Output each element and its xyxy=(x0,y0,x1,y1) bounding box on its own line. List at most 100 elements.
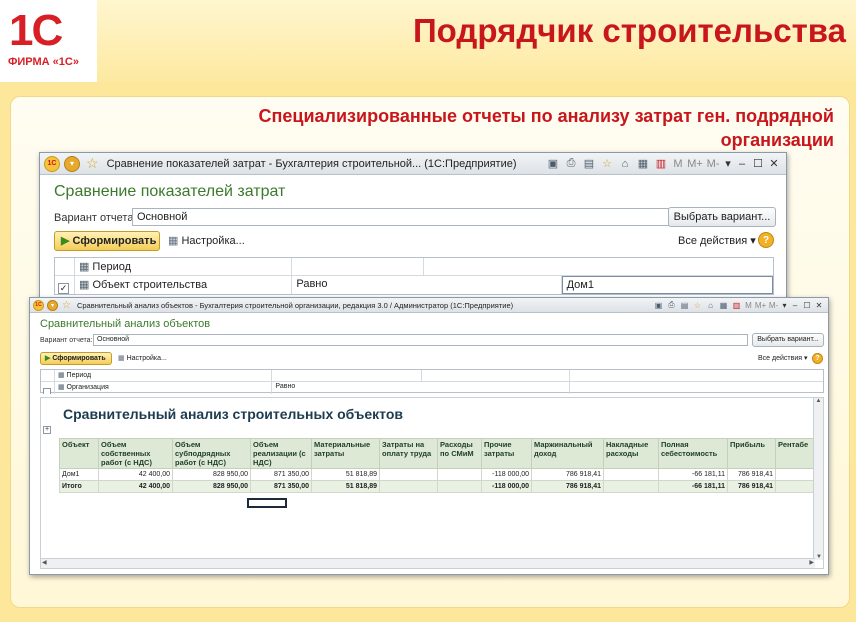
print-icon[interactable]: ⎙ xyxy=(665,300,678,310)
main-menu-icon[interactable]: ▾ xyxy=(47,299,58,311)
report-cell[interactable]: 786 918,41 xyxy=(531,468,604,481)
report-cell[interactable]: 42 400,00 xyxy=(98,468,173,481)
report-cell[interactable] xyxy=(379,480,438,493)
filter-row[interactable]: ▦ Организация Равно xyxy=(41,382,823,394)
variant-input[interactable]: Основной xyxy=(93,334,748,346)
help-icon[interactable]: ? xyxy=(812,353,823,364)
report-column-header: Объем реализации (с НДС) xyxy=(250,438,312,469)
choose-variant-button[interactable]: Выбрать вариант... xyxy=(668,207,776,227)
filter-condition[interactable]: Равно xyxy=(272,382,570,394)
report-area[interactable]: + Сравнительный анализ строительных объе… xyxy=(40,397,824,569)
dropdown-arrow-icon[interactable]: ▾ xyxy=(722,157,734,170)
preview-icon[interactable]: ▤ xyxy=(678,301,691,310)
favorites-star-icon[interactable]: ☆ xyxy=(86,155,99,172)
report-cell[interactable]: Дом1 xyxy=(59,468,99,481)
calendar-icon[interactable]: ▥ xyxy=(730,301,743,310)
memory-mminus-button[interactable]: M- xyxy=(704,158,722,170)
save-icon[interactable]: ▣ xyxy=(544,157,562,170)
report-table: Объект Объем собственных работ (с НДС) Объ… xyxy=(59,438,820,493)
preview-icon[interactable]: ▤ xyxy=(580,157,598,170)
report-cell[interactable] xyxy=(379,468,438,481)
report-cell[interactable]: 828 950,00 xyxy=(172,468,251,481)
minimize-button[interactable]: – xyxy=(789,301,801,310)
report-cell[interactable]: -66 181,11 xyxy=(658,480,728,493)
maximize-button[interactable]: ☐ xyxy=(750,157,766,170)
report-cell[interactable]: -118 000,00 xyxy=(481,480,532,493)
memory-m-button[interactable]: M xyxy=(670,158,686,170)
all-actions-menu[interactable]: Все действия ▾ xyxy=(678,234,756,247)
report-row[interactable]: Дом1 42 400,00 828 950,00 871 350,00 51 818,… xyxy=(59,468,820,481)
scroll-up-icon[interactable]: ▲ xyxy=(814,398,823,404)
minimize-button[interactable]: – xyxy=(734,158,750,170)
report-cell[interactable]: 786 918,41 xyxy=(727,468,776,481)
calculator-icon[interactable]: ▦ xyxy=(717,301,730,310)
report-cell[interactable] xyxy=(603,480,659,493)
window-title: Сравнение показателей затрат - Бухгалтер… xyxy=(106,157,517,170)
generate-button[interactable]: ▶ Сформировать xyxy=(54,231,160,251)
memory-mplus-button[interactable]: M+ xyxy=(686,158,704,170)
filter-row[interactable]: ▦ Период xyxy=(55,258,773,276)
filter-checkbox[interactable] xyxy=(43,388,51,394)
filter-checkbox[interactable]: ✓ xyxy=(58,283,69,294)
expand-group-icon[interactable]: + xyxy=(43,426,51,434)
report-cell[interactable]: 871 350,00 xyxy=(250,480,312,493)
report-column-header: Расходы по СМиМ xyxy=(437,438,482,469)
window-titlebar: 1С ▾ ☆ Сравнение показателей затрат - Бу… xyxy=(40,153,786,175)
scroll-down-icon[interactable]: ▼ xyxy=(814,554,823,560)
calendar-icon[interactable]: ▥ xyxy=(652,157,670,170)
generate-button-label: Сформировать xyxy=(72,235,157,247)
memory-m-button[interactable]: M xyxy=(743,301,754,310)
filter-field: Период xyxy=(66,372,92,379)
settings-button[interactable]: ▦ Настройка... xyxy=(168,234,245,247)
close-icon[interactable]: ✕ xyxy=(766,157,782,170)
filter-value[interactable]: Дом1 xyxy=(561,276,773,294)
report-cell[interactable] xyxy=(437,480,482,493)
report-cell[interactable]: Итого xyxy=(59,480,99,493)
report-cell[interactable]: 786 918,41 xyxy=(531,480,604,493)
dropdown-arrow-icon[interactable]: ▾ xyxy=(780,301,789,310)
variant-input[interactable]: Основной xyxy=(132,208,698,226)
history-icon[interactable]: ⌂ xyxy=(616,158,634,170)
maximize-button[interactable]: ☐ xyxy=(801,301,813,310)
report-header-row: Объект Объем собственных работ (с НДС) Объ… xyxy=(59,438,820,469)
scroll-left-icon[interactable]: ◀ xyxy=(42,559,47,566)
main-menu-icon[interactable]: ▾ xyxy=(64,155,80,172)
save-icon[interactable]: ▣ xyxy=(652,301,665,310)
vertical-scrollbar[interactable]: ▲ ▼ xyxy=(813,398,823,560)
report-cell[interactable] xyxy=(437,468,482,481)
report-cell[interactable]: -66 181,11 xyxy=(658,468,728,481)
favorite-add-icon[interactable]: ☆ xyxy=(598,157,616,170)
report-cell[interactable]: 51 818,89 xyxy=(311,480,380,493)
choose-variant-button[interactable]: Выбрать вариант... xyxy=(752,333,824,347)
scroll-right-icon[interactable]: ▶ xyxy=(809,559,814,566)
history-icon[interactable]: ⌂ xyxy=(704,301,717,310)
app-logo-icon[interactable]: 1С xyxy=(33,299,44,311)
close-icon[interactable]: ✕ xyxy=(813,301,825,310)
calculator-icon[interactable]: ▦ xyxy=(634,157,652,170)
filter-row[interactable]: ▦ Период xyxy=(41,370,823,382)
all-actions-menu[interactable]: Все действия ▾ xyxy=(758,354,808,362)
generate-button[interactable]: ▶ Сформировать xyxy=(40,352,112,365)
report-cell[interactable]: 51 818,89 xyxy=(311,468,380,481)
favorite-add-icon[interactable]: ☆ xyxy=(691,301,704,310)
print-icon[interactable]: ⎙ xyxy=(562,157,580,170)
filter-row[interactable]: ✓ ▦ Объект строительства Равно Дом1 xyxy=(55,276,773,294)
report-cell[interactable]: 42 400,00 xyxy=(98,480,173,493)
settings-button[interactable]: ▦ Настройка... xyxy=(118,354,167,362)
filter-value[interactable] xyxy=(570,382,823,394)
app-logo-icon[interactable]: 1С xyxy=(44,155,60,172)
memory-mplus-button[interactable]: M+ xyxy=(754,301,767,310)
report-cell[interactable]: -118 000,00 xyxy=(481,468,532,481)
filter-condition[interactable]: Равно xyxy=(292,276,562,294)
report-cell[interactable]: 786 918,41 xyxy=(727,480,776,493)
report-column-header: Прибыль xyxy=(727,438,776,469)
report-cell[interactable]: 871 350,00 xyxy=(250,468,312,481)
horizontal-scrollbar[interactable]: ◀ ▶ xyxy=(41,558,815,568)
report-total-row[interactable]: Итого 42 400,00 828 950,00 871 350,00 51 818… xyxy=(59,480,820,493)
favorites-star-icon[interactable]: ☆ xyxy=(62,300,71,311)
report-cell[interactable]: 828 950,00 xyxy=(172,480,251,493)
help-icon[interactable]: ? xyxy=(758,232,774,248)
selected-cell[interactable] xyxy=(247,498,287,508)
memory-mminus-button[interactable]: M- xyxy=(767,301,780,310)
report-cell[interactable] xyxy=(603,468,659,481)
